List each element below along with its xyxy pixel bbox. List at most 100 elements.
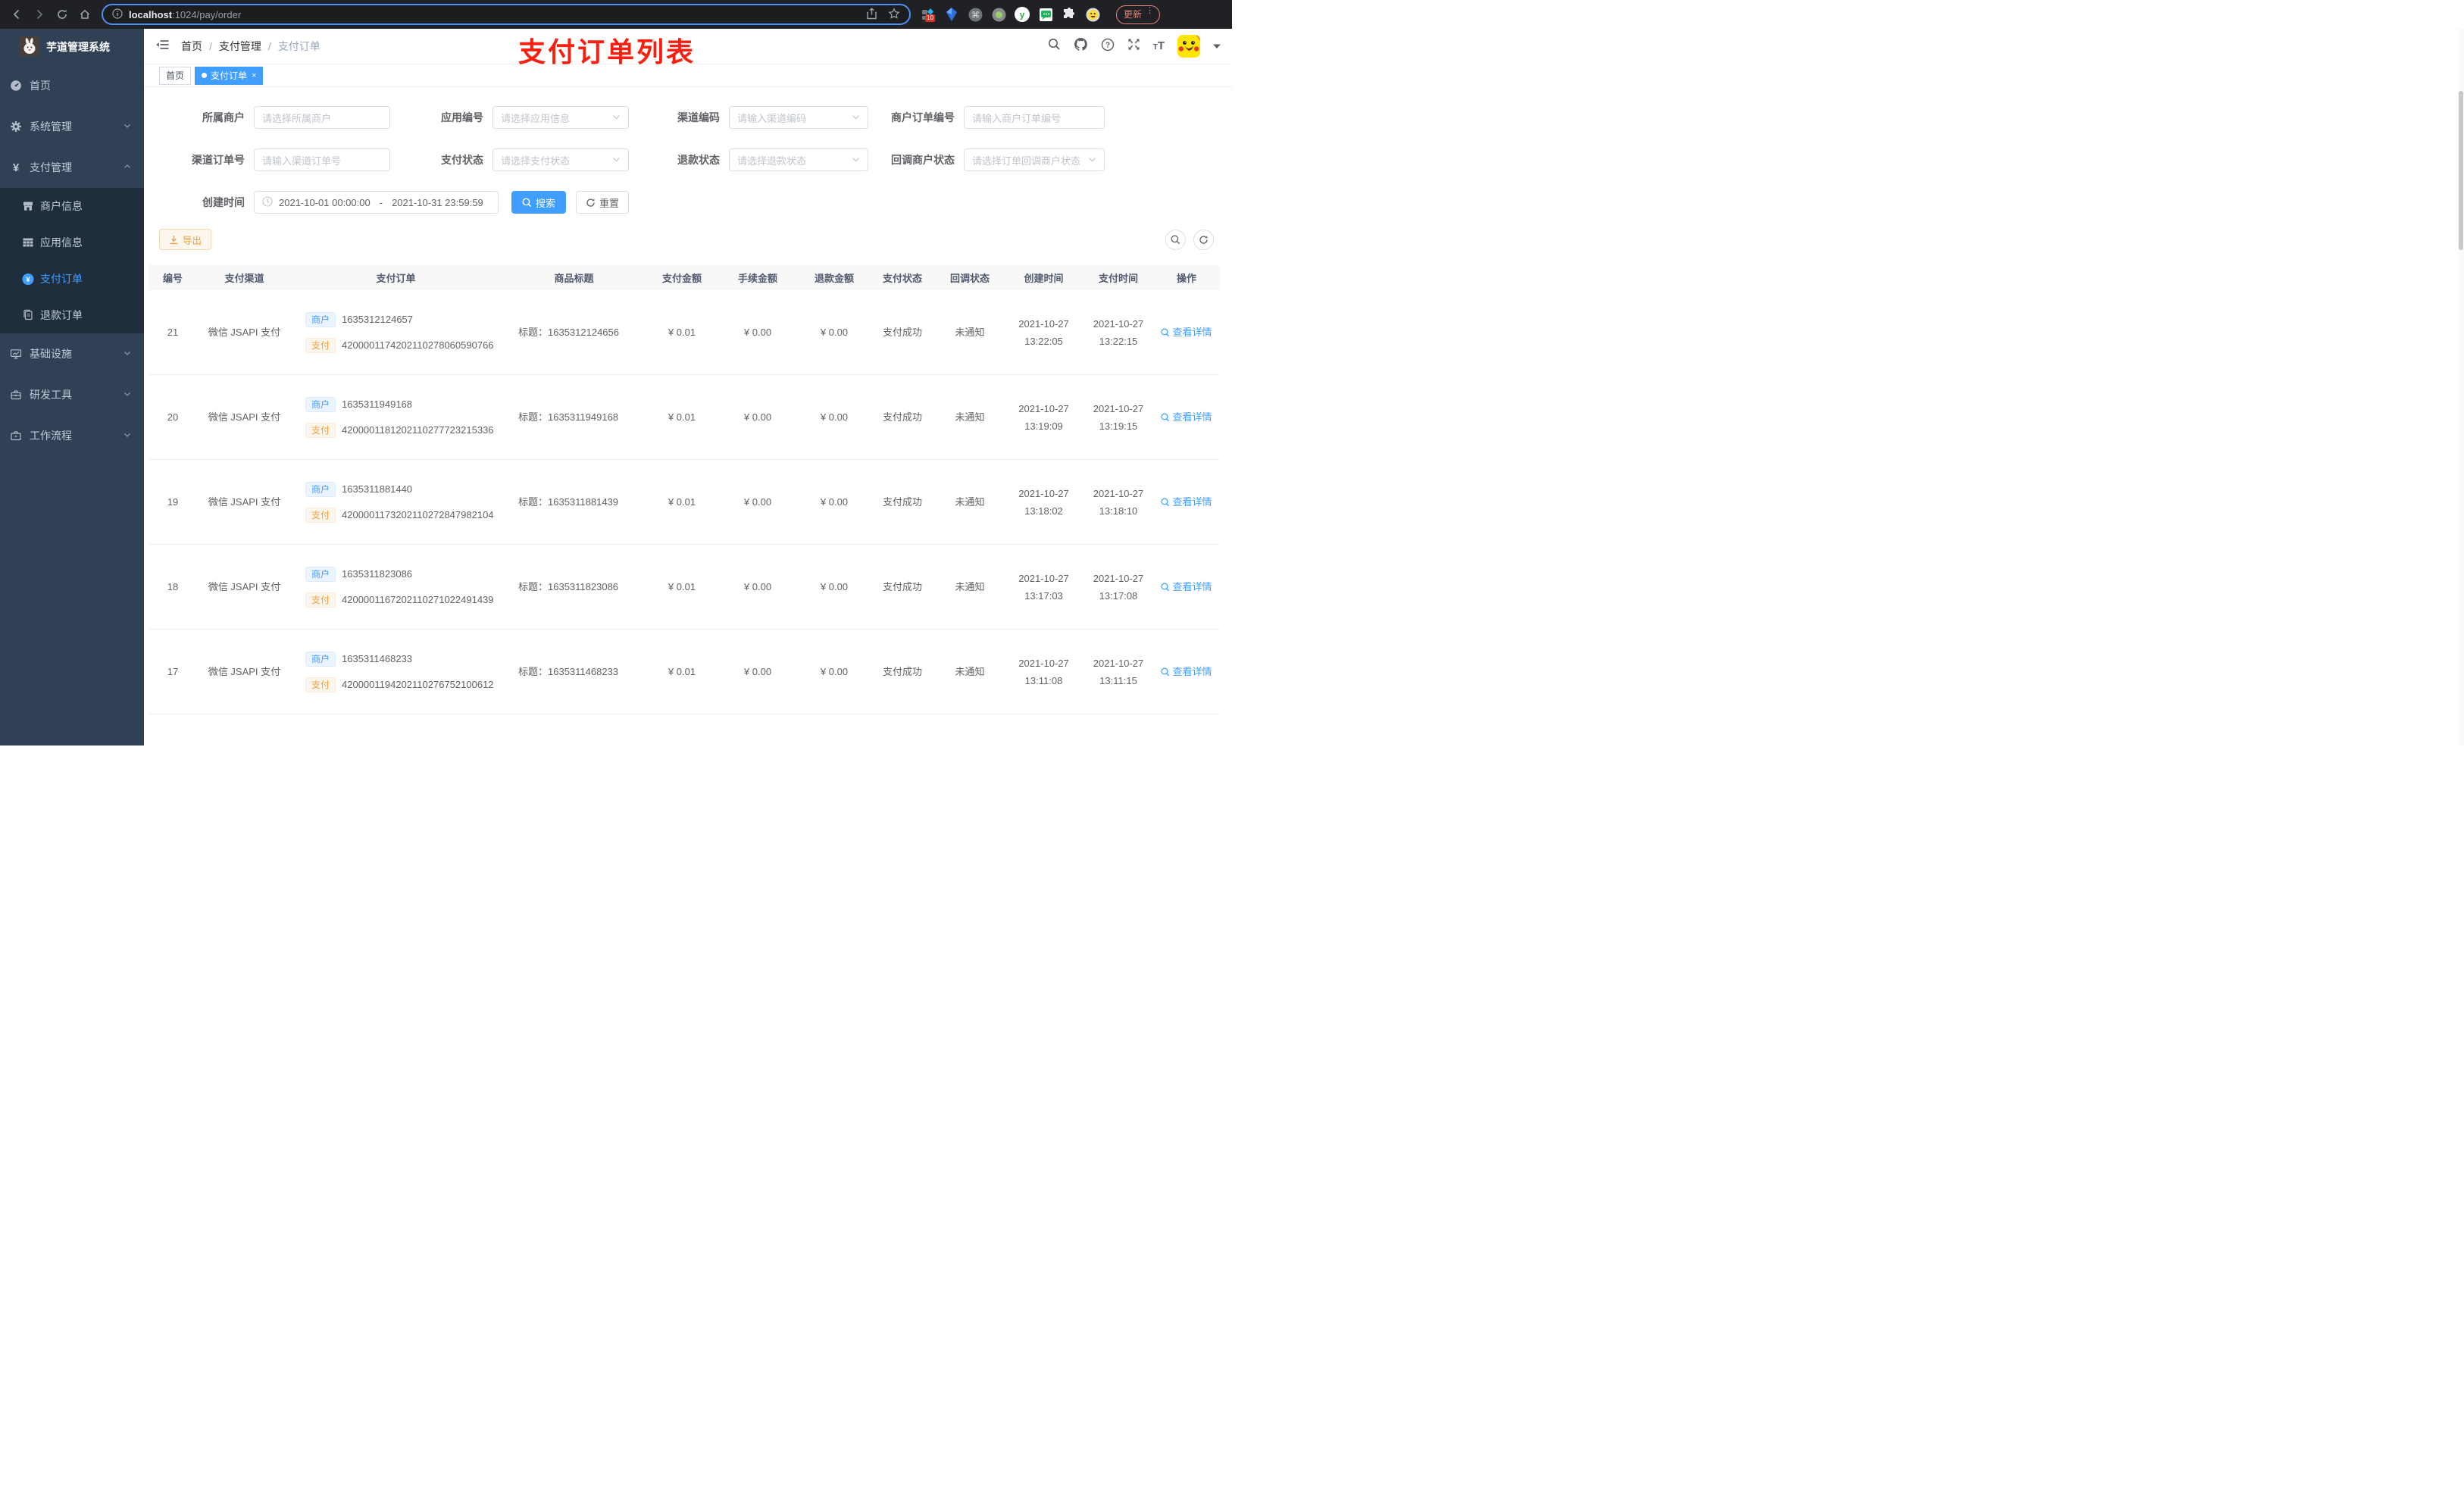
notify-status-cell: 未通知 — [955, 581, 985, 592]
window-scrollbar[interactable] — [2458, 29, 2464, 746]
filter-label: 回调商户状态 — [891, 154, 955, 166]
sidebar-item-pay-order[interactable]: ¥ 支付订单 — [0, 261, 144, 297]
reset-button-label: 重置 — [599, 197, 619, 209]
extensions-puzzle-icon[interactable] — [1062, 7, 1077, 22]
breadcrumb-home[interactable]: 首页 — [181, 39, 202, 54]
action-cell: 查看详情 — [1153, 408, 1220, 426]
toggle-search-button[interactable] — [1165, 229, 1186, 250]
create-time-range-picker[interactable]: 2021-10-01 00:00:00 - 2021-10-31 23:59:5… — [254, 191, 499, 214]
extension-chat-icon[interactable] — [1038, 7, 1053, 22]
pay-amount-cell: ¥ 0.01 — [668, 496, 696, 508]
create-date: 2021-10-27 — [1018, 657, 1069, 669]
pay-channel-cell: 微信 JSAPI 支付 — [208, 411, 281, 423]
merchant-filter-input[interactable]: 请选择所属商户 — [254, 106, 390, 129]
sidebar-item-workflow[interactable]: 工作流程 — [0, 415, 144, 456]
pay-amount-cell: ¥ 0.01 — [668, 581, 696, 592]
merchant-order-no-input[interactable]: 请输入商户订单编号 — [964, 106, 1105, 129]
refund-amount-cell: ¥ 0.00 — [820, 666, 849, 677]
reset-button[interactable]: 重置 — [576, 191, 629, 214]
table-header: 编号 支付渠道 支付订单 商品标题 支付金额 手续金额 退款金额 支付状态 回调… — [149, 265, 1220, 290]
font-size-icon[interactable]: TT — [1153, 39, 1165, 53]
share-icon[interactable] — [866, 7, 877, 22]
tag-home[interactable]: 首页 — [159, 66, 192, 85]
browser-home-icon[interactable] — [79, 8, 91, 20]
pay-no: 4200001167202110271022491439 — [342, 594, 494, 605]
scrollbar-thumb[interactable] — [2459, 91, 2463, 250]
browser-forward-icon[interactable] — [33, 8, 45, 20]
channel-order-no-input[interactable]: 请输入渠道订单号 — [254, 148, 390, 171]
channel-code-select[interactable]: 请输入渠道编码 — [729, 106, 868, 129]
extension-yuque-icon[interactable]: y — [1015, 7, 1030, 22]
pay-tag: 支付 — [305, 507, 336, 523]
extension-tag-manager-icon[interactable]: 10 — [921, 7, 936, 22]
tag-pay-order[interactable]: 支付订单 × — [195, 66, 264, 85]
github-icon[interactable] — [1074, 37, 1088, 55]
pay-time-cell: 2021-10-27 13:22:15 — [1083, 315, 1153, 350]
sidebar-collapse-icon[interactable] — [155, 39, 169, 55]
browser-update-button[interactable]: 更新 ⋮ — [1116, 5, 1161, 24]
sidebar-item-label: 研发工具 — [30, 389, 72, 401]
sidebar-item-label: 基础设施 — [30, 348, 72, 360]
pay-no-line: 支付 4200001167202110271022491439 — [305, 592, 494, 608]
extension-emoji-icon[interactable] — [1085, 7, 1100, 22]
pay-amount-cell: ¥ 0.01 — [668, 411, 696, 423]
filter-label: 渠道编码 — [677, 111, 720, 123]
pay-tag: 支付 — [305, 422, 336, 438]
refresh-button[interactable] — [1193, 229, 1214, 250]
sidebar-item-payment[interactable]: ¥ 支付管理 — [0, 147, 144, 188]
pay-time: 13:22:15 — [1099, 335, 1138, 347]
breadcrumb-payment[interactable]: 支付管理 — [219, 39, 261, 54]
sidebar-item-dev-tools[interactable]: 研发工具 — [0, 374, 144, 415]
pay-no-line: 支付 4200001174202110278060590766 — [305, 337, 494, 353]
close-icon[interactable]: × — [252, 71, 256, 80]
filter-label: 创建时间 — [202, 196, 245, 208]
pay-no-line: 支付 4200001173202110272847982104 — [305, 507, 494, 523]
view-detail-link[interactable]: 查看详情 — [1161, 324, 1212, 341]
extension-recorder-icon[interactable] — [991, 7, 1006, 22]
document-icon — [22, 309, 34, 321]
view-detail-link[interactable]: 查看详情 — [1161, 493, 1212, 511]
browser-back-icon[interactable] — [11, 8, 23, 20]
view-detail-link[interactable]: 查看详情 — [1161, 408, 1212, 426]
browser-reload-icon[interactable] — [56, 8, 68, 20]
sidebar-item-app-info[interactable]: 应用信息 — [0, 224, 144, 261]
date-separator: - — [379, 196, 383, 208]
pay-status-select[interactable]: 请选择支付状态 — [492, 148, 629, 171]
site-info-icon[interactable] — [112, 8, 123, 21]
caret-down-icon[interactable] — [1213, 39, 1221, 53]
merchant-no: 1635311881440 — [342, 483, 413, 495]
sidebar-item-infrastructure[interactable]: 基础设施 — [0, 333, 144, 374]
app-id-select[interactable]: 请选择应用信息 — [492, 106, 629, 129]
bookmark-star-icon[interactable] — [888, 7, 900, 22]
help-icon[interactable]: ? — [1101, 38, 1115, 55]
filter-label: 支付状态 — [441, 154, 483, 166]
refund-status-select[interactable]: 请选择退款状态 — [729, 148, 868, 171]
avatar[interactable] — [1177, 35, 1200, 58]
extension-command-icon[interactable]: ⌘ — [968, 7, 983, 22]
export-button[interactable]: 导出 — [159, 229, 212, 250]
sidebar-item-home[interactable]: 首页 — [0, 65, 144, 106]
app-logo — [20, 36, 39, 58]
create-time-cell: 2021-10-27 13:17:03 — [1004, 570, 1083, 605]
browser-menu-icon[interactable]: ⋮ — [1146, 6, 1154, 21]
sidebar-item-system[interactable]: 系统管理 — [0, 106, 144, 147]
notify-status-cell: 未通知 — [955, 411, 985, 423]
extension-kite-icon[interactable] — [944, 7, 959, 22]
notify-status-select[interactable]: 请选择订单回调商户状态 — [964, 148, 1105, 171]
create-time: 13:11:08 — [1024, 674, 1063, 686]
order-id-cell: 20 — [167, 411, 179, 423]
refund-amount-cell: ¥ 0.00 — [820, 411, 849, 423]
pay-order-cell: 商户 1635311468233 支付 42000011942021102767521… — [292, 651, 500, 692]
address-bar[interactable]: localhost:1024/pay/order — [102, 4, 911, 25]
merchant-no-line: 商户 1635311949168 — [305, 396, 412, 412]
action-cell: 查看详情 — [1153, 578, 1220, 595]
view-detail-link[interactable]: 查看详情 — [1161, 578, 1212, 595]
column-header: 编号 — [162, 273, 183, 284]
chevron-down-icon — [852, 112, 860, 123]
fullscreen-icon[interactable] — [1127, 38, 1140, 55]
sidebar-item-merchant-info[interactable]: 商户信息 — [0, 188, 144, 224]
view-detail-link[interactable]: 查看详情 — [1161, 663, 1212, 680]
sidebar-item-refund-order[interactable]: 退款订单 — [0, 297, 144, 333]
search-button[interactable]: 搜索 — [511, 191, 566, 214]
search-icon[interactable] — [1048, 38, 1061, 55]
